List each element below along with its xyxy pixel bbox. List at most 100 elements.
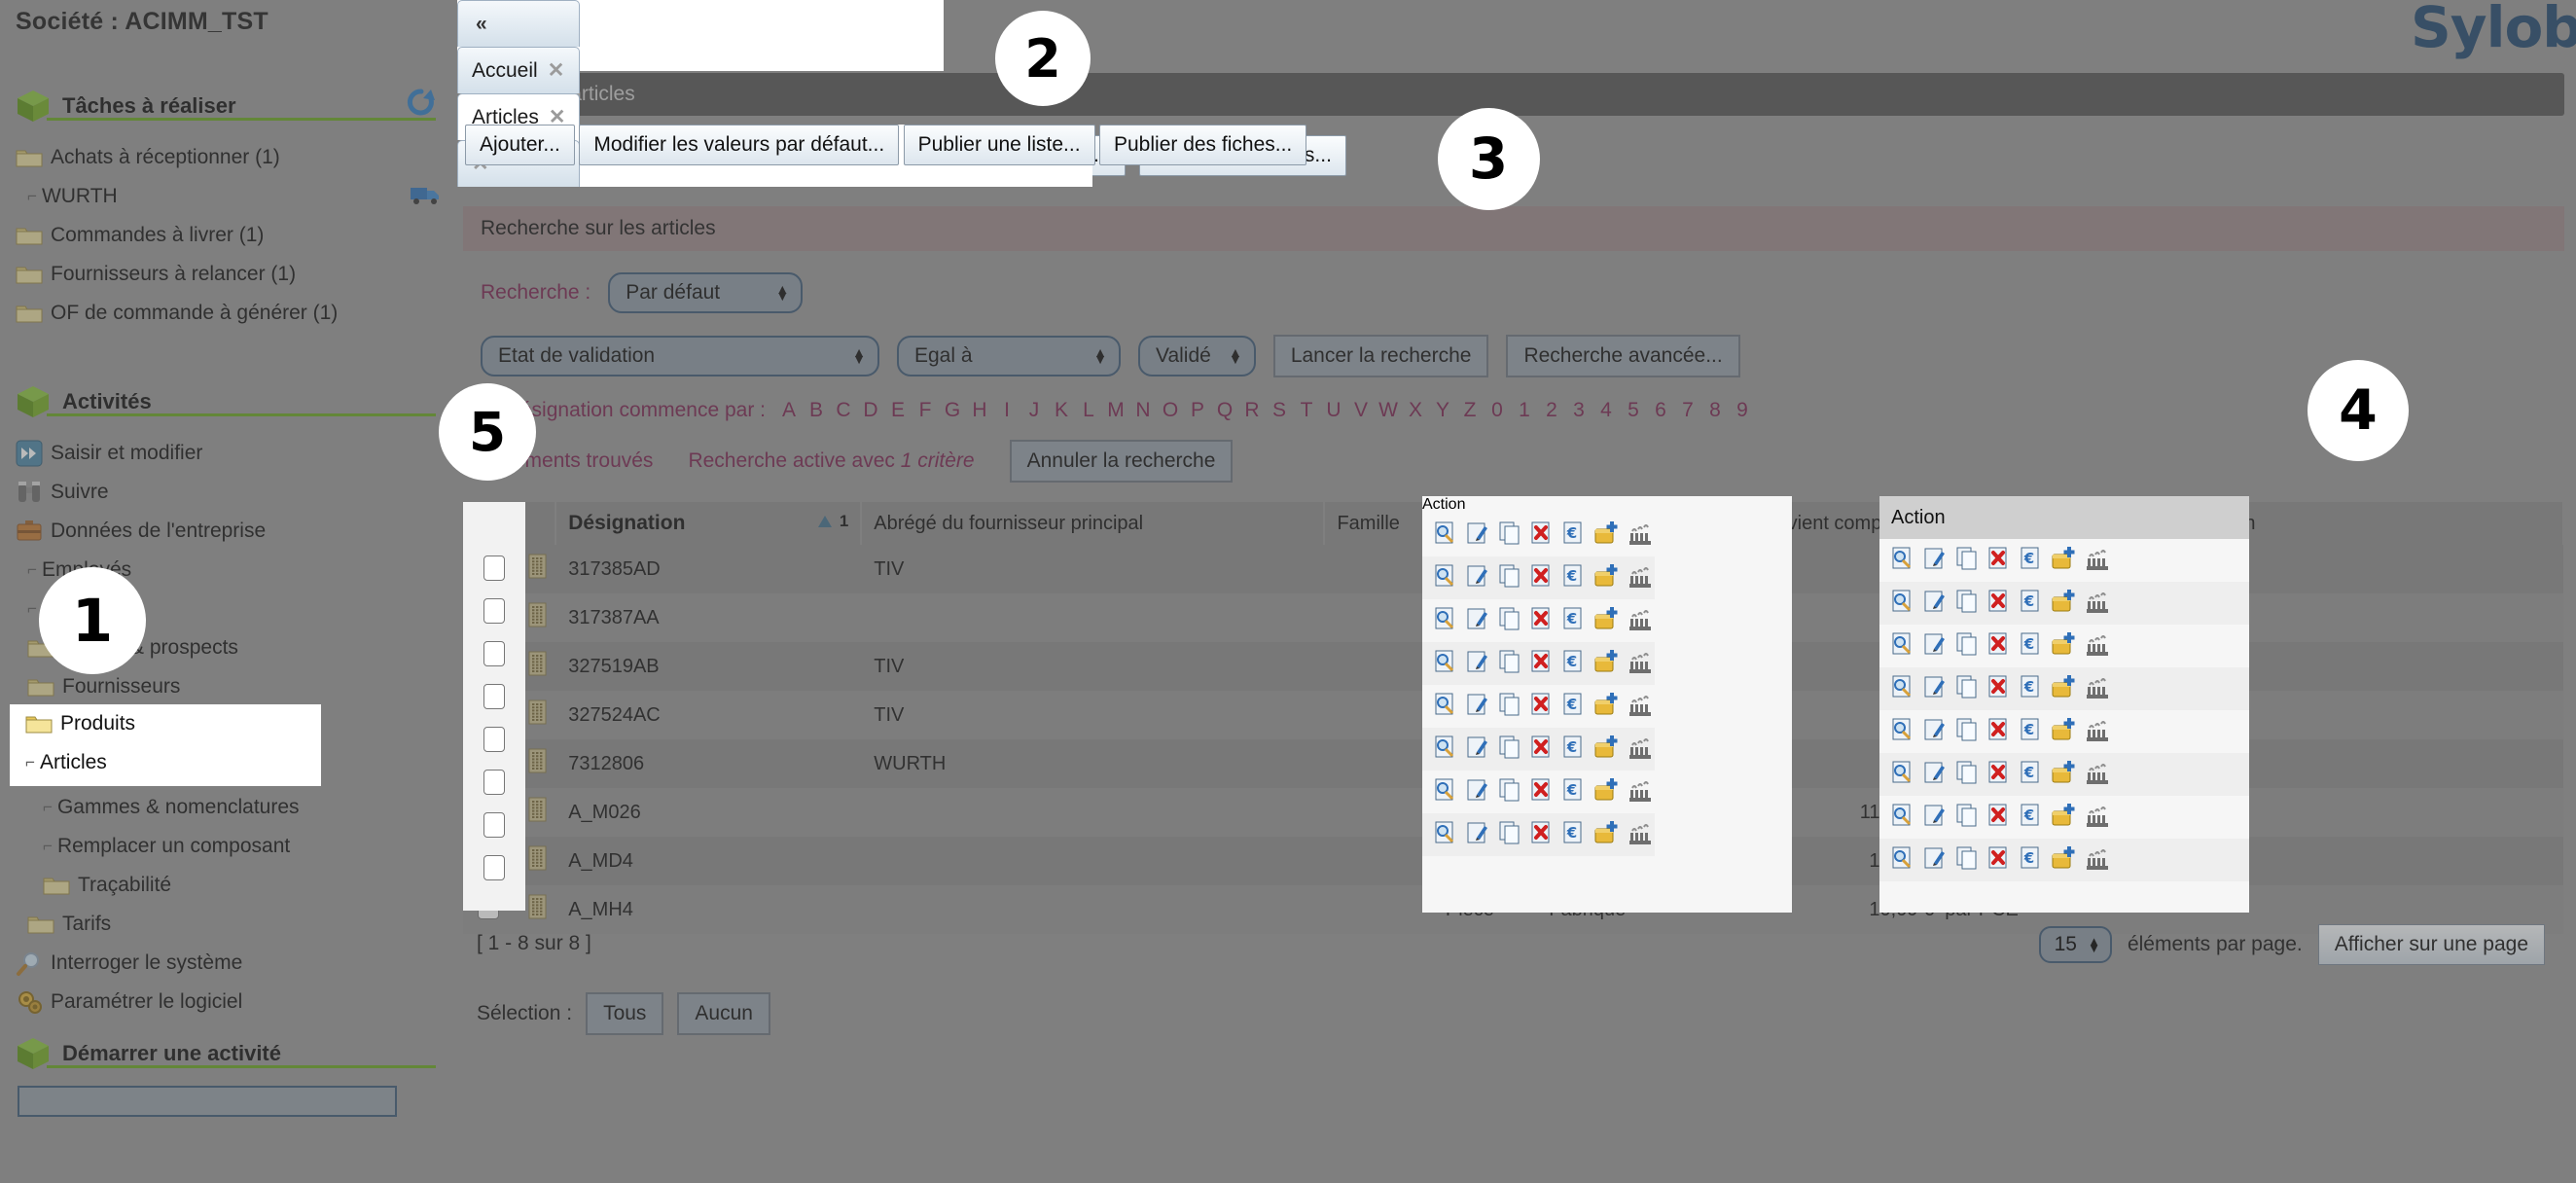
price-euro-icon[interactable]: € — [1561, 777, 1587, 807]
action-column-header: Action — [1422, 496, 1655, 514]
callout-badge-3: 3 — [1437, 107, 1540, 210]
edit-pencil-icon[interactable] — [1465, 606, 1490, 636]
row-checkbox-bright[interactable] — [463, 761, 525, 804]
sidebar-item-produits[interactable]: Produits — [10, 704, 135, 743]
close-icon[interactable]: ✕ — [548, 58, 565, 83]
production-icon[interactable] — [1628, 692, 1655, 722]
row-checkbox[interactable] — [483, 684, 505, 709]
production-icon[interactable] — [1628, 649, 1655, 679]
delete-cross-icon[interactable] — [1529, 692, 1555, 722]
publish-sheets-button[interactable]: Publier des fiches... — [1099, 125, 1307, 165]
add-button-label: Ajouter... — [480, 133, 560, 156]
svg-text:€: € — [1566, 781, 1577, 799]
row-checkbox[interactable] — [483, 727, 505, 752]
publish-list-button[interactable]: Publier une liste... — [903, 125, 1095, 165]
duplicate-icon[interactable] — [1497, 777, 1522, 807]
delete-cross-icon[interactable] — [1529, 820, 1555, 850]
action-row: € — [1422, 599, 1655, 642]
delete-cross-icon[interactable] — [1529, 777, 1555, 807]
add-stock-icon[interactable] — [1593, 563, 1621, 593]
add-stock-icon[interactable] — [1593, 735, 1621, 765]
edit-pencil-icon[interactable] — [1465, 692, 1490, 722]
action-row: € — [1422, 813, 1655, 856]
duplicate-icon[interactable] — [1497, 692, 1522, 722]
view-magnifier-icon[interactable] — [1433, 820, 1458, 850]
action-row: € — [1422, 685, 1655, 728]
svg-text:€: € — [1566, 567, 1577, 585]
add-stock-icon[interactable] — [1593, 520, 1621, 551]
duplicate-icon[interactable] — [1497, 735, 1522, 765]
row-checkbox-bright[interactable] — [463, 804, 525, 846]
add-stock-icon[interactable] — [1593, 692, 1621, 722]
action-toolbar: Ajouter... Modifier les valeurs par défa… — [465, 125, 1307, 165]
duplicate-icon[interactable] — [1497, 520, 1522, 551]
production-icon[interactable] — [1628, 735, 1655, 765]
row-checkbox[interactable] — [483, 812, 505, 838]
sidebar-item-articles[interactable]: ⌐ Articles — [10, 743, 135, 782]
edit-pencil-icon[interactable] — [1465, 777, 1490, 807]
view-magnifier-icon[interactable] — [1433, 777, 1458, 807]
edit-pencil-icon[interactable] — [1465, 735, 1490, 765]
modify-defaults-button[interactable]: Modifier les valeurs par défaut... — [579, 125, 900, 165]
view-magnifier-icon[interactable] — [1433, 649, 1458, 679]
view-magnifier-icon[interactable] — [1433, 735, 1458, 765]
view-magnifier-icon[interactable] — [1433, 520, 1458, 551]
row-checkbox[interactable] — [483, 770, 505, 795]
row-checkbox[interactable] — [483, 855, 505, 880]
callout-badge-5: 5 — [439, 383, 536, 481]
view-magnifier-icon[interactable] — [1433, 606, 1458, 636]
production-icon[interactable] — [1628, 820, 1655, 850]
row-checkbox-bright[interactable] — [463, 632, 525, 675]
edit-pencil-icon[interactable] — [1465, 820, 1490, 850]
add-stock-icon[interactable] — [1593, 820, 1621, 850]
price-euro-icon[interactable]: € — [1561, 606, 1587, 636]
edit-pencil-icon[interactable] — [1465, 520, 1490, 551]
price-euro-icon[interactable]: € — [1561, 820, 1587, 850]
price-euro-icon[interactable]: € — [1561, 520, 1587, 551]
delete-cross-icon[interactable] — [1529, 563, 1555, 593]
row-checkbox-bright[interactable] — [463, 590, 525, 632]
row-checkbox-bright[interactable] — [463, 675, 525, 718]
price-euro-icon[interactable]: € — [1561, 563, 1587, 593]
svg-text:€: € — [1566, 738, 1577, 756]
price-euro-icon[interactable]: € — [1561, 692, 1587, 722]
production-icon[interactable] — [1628, 520, 1655, 551]
production-icon[interactable] — [1628, 606, 1655, 636]
price-euro-icon[interactable]: € — [1561, 649, 1587, 679]
duplicate-icon[interactable] — [1497, 820, 1522, 850]
svg-text:€: € — [1566, 696, 1577, 713]
callout-badge-2: 2 — [995, 11, 1091, 106]
add-stock-icon[interactable] — [1593, 606, 1621, 636]
sidebar-item-label: Produits — [60, 712, 136, 735]
duplicate-icon[interactable] — [1497, 606, 1522, 636]
row-checkbox-bright[interactable] — [463, 718, 525, 761]
add-button[interactable]: Ajouter... — [465, 125, 575, 165]
add-stock-icon[interactable] — [1593, 777, 1621, 807]
delete-cross-icon[interactable] — [1529, 735, 1555, 765]
edit-pencil-icon[interactable] — [1465, 649, 1490, 679]
delete-cross-icon[interactable] — [1529, 649, 1555, 679]
duplicate-icon[interactable] — [1497, 649, 1522, 679]
svg-text:€: € — [1566, 524, 1577, 542]
callout-badge-1: 1 — [39, 567, 146, 674]
view-magnifier-icon[interactable] — [1433, 563, 1458, 593]
view-magnifier-icon[interactable] — [1433, 692, 1458, 722]
row-checkbox[interactable] — [483, 556, 505, 581]
add-stock-icon[interactable] — [1593, 649, 1621, 679]
publish-list-label: Publier une liste... — [917, 133, 1081, 156]
row-checkbox-bright[interactable] — [463, 846, 525, 889]
callout-badge-4: 4 — [2308, 360, 2409, 461]
row-checkbox[interactable] — [483, 598, 505, 624]
duplicate-icon[interactable] — [1497, 563, 1522, 593]
tab-accueil[interactable]: Accueil ✕ — [457, 47, 581, 93]
delete-cross-icon[interactable] — [1529, 520, 1555, 551]
row-checkbox-bright[interactable] — [463, 547, 525, 590]
edit-pencil-icon[interactable] — [1465, 563, 1490, 593]
tab-scroll-back-button[interactable]: « — [457, 0, 581, 47]
delete-cross-icon[interactable] — [1529, 606, 1555, 636]
bright-content-layer: « Accueil ✕ Articles ✕ ✕ Ajouter... — [0, 0, 2576, 1183]
price-euro-icon[interactable]: € — [1561, 735, 1587, 765]
row-checkbox[interactable] — [483, 641, 505, 666]
production-icon[interactable] — [1628, 563, 1655, 593]
production-icon[interactable] — [1628, 777, 1655, 807]
